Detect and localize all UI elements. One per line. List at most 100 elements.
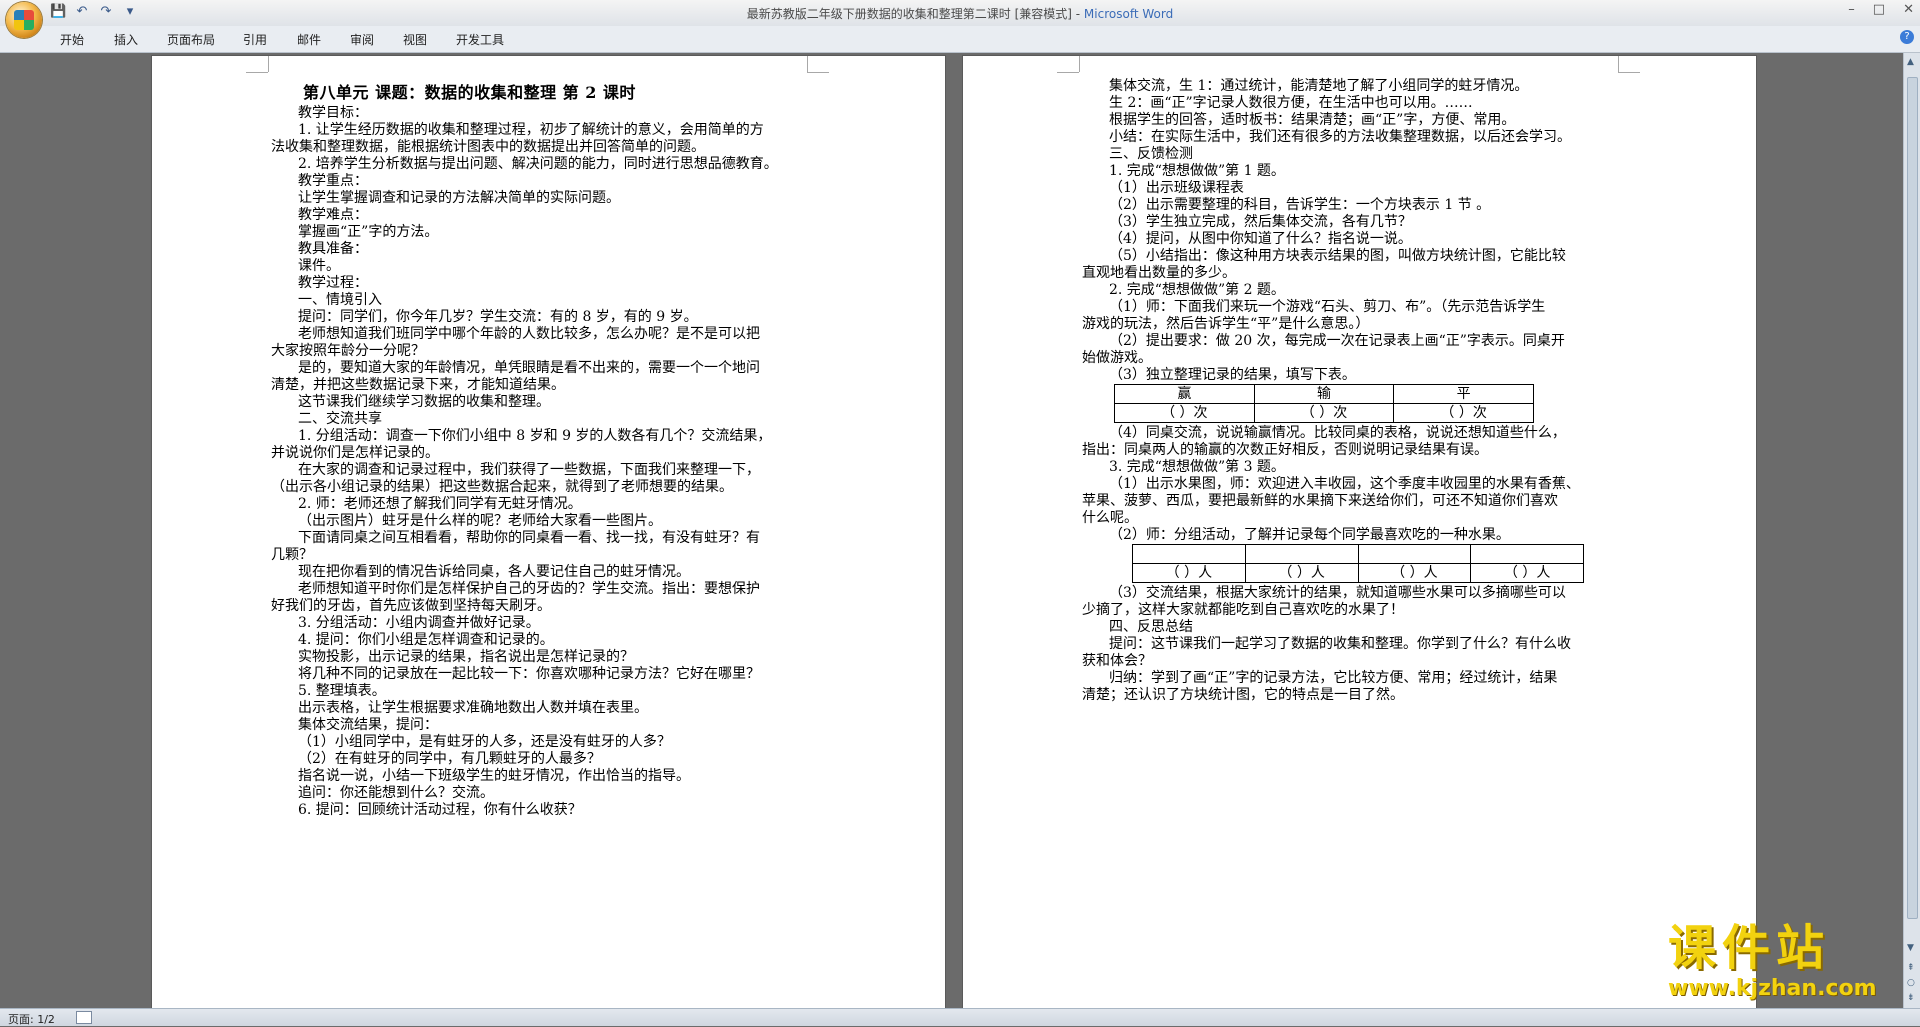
paragraph: 老师想知道我们班同学中哪个年龄的人数比较多，怎么办呢？是不是可以把 bbox=[298, 326, 760, 342]
tab-mailings[interactable]: 邮件 bbox=[297, 31, 321, 48]
table-cell[interactable] bbox=[1244, 544, 1359, 564]
paragraph: 始做游戏。 bbox=[1082, 350, 1152, 366]
paragraph: 6. 提问：回顾统计活动过程，你有什么收获？ bbox=[298, 802, 582, 818]
next-page-icon[interactable]: ⇟ bbox=[1907, 993, 1915, 1003]
paragraph: （2）在有蛀牙的同学中，有几颗蛀牙的人最多？ bbox=[298, 751, 601, 767]
paragraph: 清楚；还认识了方块统计图，它的特点是一目了然。 bbox=[1082, 687, 1404, 703]
paragraph: 并说说你们是怎样记录的。 bbox=[271, 445, 439, 461]
page-1-body: 第八单元 课题：数据的收集和整理 第 2 课时 教学目标： 1. 让学生经历数据… bbox=[271, 84, 871, 819]
paragraph: 苹果、菠萝、西瓜，要把最新鲜的水果摘下来送给你们，可还不知道你们喜欢 bbox=[1082, 493, 1558, 509]
crop-mark bbox=[1057, 56, 1080, 72]
vertical-scrollbar[interactable]: ▲ ▼ ⇞ ○ ⇟ bbox=[1903, 53, 1920, 1008]
paragraph: （1）小组同学中，是有蛀牙的人多，还是没有蛀牙的人多？ bbox=[298, 734, 671, 750]
paragraph: 教学目标： bbox=[298, 105, 368, 121]
scroll-up-icon[interactable]: ▲ bbox=[1907, 57, 1914, 67]
watermark-url: www.kjzhan.com bbox=[1668, 976, 1877, 1001]
paragraph: 游戏的玩法，然后告诉学生“平”是什么意思。） bbox=[1082, 316, 1370, 332]
paragraph: 教学重点： bbox=[298, 173, 368, 189]
table-cell[interactable]: （ ）人 bbox=[1132, 563, 1246, 583]
tab-page-layout[interactable]: 页面布局 bbox=[167, 31, 215, 48]
title-bar: 💾 ↶ ↷ ▾ 最新苏教版二年级下册数据的收集和整理第二课时 [兼容模式] - … bbox=[0, 0, 1920, 38]
table-cell[interactable]: （ ）人 bbox=[1470, 563, 1584, 583]
paragraph: （2）出示需要整理的科目，告诉学生：一个方块表示 1 节 。 bbox=[1109, 197, 1491, 213]
office-button[interactable] bbox=[6, 2, 42, 38]
table-cell[interactable] bbox=[1470, 544, 1584, 564]
paragraph: 3. 分组活动：小组内调查并做好记录。 bbox=[298, 615, 540, 631]
paragraph: （4）提问，从图中你知道了什么？指名说一说。 bbox=[1109, 231, 1412, 247]
previous-page-icon[interactable]: ⇞ bbox=[1907, 963, 1915, 973]
close-icon[interactable]: ✕ bbox=[1903, 2, 1914, 17]
paragraph: 教学过程： bbox=[298, 275, 368, 291]
tab-review[interactable]: 审阅 bbox=[350, 31, 374, 48]
crop-mark bbox=[1618, 56, 1641, 72]
help-icon[interactable]: ? bbox=[1900, 30, 1914, 44]
fruit-table: （ ）人 （ ）人 （ ）人 （ ）人 bbox=[1132, 544, 1584, 583]
paragraph: 教学难点： bbox=[298, 207, 368, 223]
office-logo-icon bbox=[14, 10, 34, 30]
paragraph: （出示各小组记录的结果）把这些数据合起来，就得到了老师想要的结果。 bbox=[271, 479, 733, 495]
table-header-win: 赢 bbox=[1114, 384, 1255, 404]
ribbon-tabs: 开始 插入 页面布局 引用 邮件 审阅 视图 开发工具 ? bbox=[0, 26, 1920, 53]
scroll-down-icon[interactable]: ▼ bbox=[1907, 943, 1914, 953]
paragraph: 3. 完成“想想做做”第 3 题。 bbox=[1109, 459, 1285, 475]
paragraph: 少摘了，这样大家就都能吃到自己喜欢吃的水果了！ bbox=[1082, 602, 1404, 618]
paragraph: 法收集和整理数据，能根据统计图表中的数据提出并回答简单的问题。 bbox=[271, 139, 705, 155]
table-cell[interactable]: （ ）次 bbox=[1114, 403, 1255, 423]
table-cell[interactable]: （ ）人 bbox=[1244, 563, 1359, 583]
table-cell[interactable] bbox=[1132, 544, 1246, 564]
paragraph: 提问：这节课我们一起学习了数据的收集和整理。你学到了什么？有什么收 bbox=[1109, 636, 1571, 652]
watermark-title: 课件站 bbox=[1668, 920, 1831, 976]
scrollbar-thumb[interactable] bbox=[1907, 77, 1918, 919]
maximize-icon[interactable]: □ bbox=[1873, 2, 1885, 17]
paragraph: 4. 提问：你们小组是怎样调查和记录的。 bbox=[298, 632, 554, 648]
paragraph: 什么呢。 bbox=[1082, 510, 1138, 526]
tab-insert[interactable]: 插入 bbox=[114, 31, 138, 48]
paragraph: 在大家的调查和记录过程中，我们获得了一些数据，下面我们来整理一下， bbox=[298, 462, 760, 478]
game-result-table: 赢 输 平 （ ）次 （ ）次 （ ）次 bbox=[1114, 384, 1534, 423]
page-2-body: 集体交流，生 1：通过统计，能清楚地了解了小组同学的蛀牙情况。 生 2：画“正”… bbox=[1082, 78, 1682, 704]
paragraph: 现在把你看到的情况告诉给同桌，各人要记住自己的蛀牙情况。 bbox=[298, 564, 690, 580]
paragraph: 提问：同学们，你今年几岁？学生交流：有的 8 岁，有的 9 岁。 bbox=[298, 309, 698, 325]
table-cell[interactable] bbox=[1357, 544, 1472, 564]
paragraph: 下面请同桌之间互相看看，帮助你的同桌看一看、找一找，有没有蛀牙？有 bbox=[298, 530, 760, 546]
table-cell[interactable]: （ ）次 bbox=[1393, 403, 1534, 423]
crop-mark bbox=[246, 72, 268, 95]
select-browse-object-icon[interactable]: ○ bbox=[1907, 978, 1915, 988]
proofing-icon[interactable] bbox=[76, 1011, 92, 1024]
paragraph: 集体交流，生 1：通过统计，能清楚地了解了小组同学的蛀牙情况。 bbox=[1109, 78, 1529, 94]
table-header-lose: 输 bbox=[1253, 384, 1395, 404]
tab-developer[interactable]: 开发工具 bbox=[456, 31, 504, 48]
paragraph: （2）提出要求：做 20 次，每完成一次在记录表上画“正”字表示。同桌开 bbox=[1109, 333, 1565, 349]
paragraph: 指名说一说，小结一下班级学生的蛀牙情况，作出恰当的指导。 bbox=[298, 768, 690, 784]
paragraph: 2. 师：老师还想了解我们同学有无蛀牙情况。 bbox=[298, 496, 582, 512]
paragraph: 课件。 bbox=[298, 258, 340, 274]
site-watermark: 课件站 www.kjzhan.com bbox=[1668, 922, 1900, 1002]
paragraph: 2. 完成“想想做做”第 2 题。 bbox=[1109, 282, 1285, 298]
paragraph: 是的，要知道大家的年龄情况，单凭眼睛是看不出来的，需要一个一个地问 bbox=[298, 360, 760, 376]
paragraph: 清楚，并把这些数据记录下来，才能知道结果。 bbox=[271, 377, 565, 393]
page-1[interactable]: 第八单元 课题：数据的收集和整理 第 2 课时 教学目标： 1. 让学生经历数据… bbox=[152, 56, 945, 1011]
paragraph: （5）小结指出：像这种用方块表示结果的图，叫做方块统计图，它能比较 bbox=[1109, 248, 1566, 264]
minimize-icon[interactable]: – bbox=[1848, 2, 1855, 17]
paragraph: （3）独立整理记录的结果，填写下表。 bbox=[1109, 367, 1356, 383]
paragraph: 追问：你还能想到什么？交流。 bbox=[298, 785, 494, 801]
paragraph: （3）交流结果，根据大家统计的结果，就知道哪些水果可以多摘哪些可以 bbox=[1109, 585, 1566, 601]
window-title: 最新苏教版二年级下册数据的收集和整理第二课时 [兼容模式] - Microsof… bbox=[0, 5, 1920, 22]
tab-home[interactable]: 开始 bbox=[60, 31, 84, 48]
tab-references[interactable]: 引用 bbox=[243, 31, 267, 48]
page-2[interactable]: 集体交流，生 1：通过统计，能清楚地了解了小组同学的蛀牙情况。 生 2：画“正”… bbox=[963, 56, 1756, 1011]
paragraph: （3）学生独立完成，然后集体交流，各有几节？ bbox=[1109, 214, 1412, 230]
paragraph: 获和体会？ bbox=[1082, 653, 1152, 669]
paragraph: （1）出示班级课程表 bbox=[1109, 180, 1244, 196]
document-name: 最新苏教版二年级下册数据的收集和整理第二课时 [兼容模式] - bbox=[746, 7, 1084, 21]
paragraph: 小结：在实际生活中，我们还有很多的方法收集整理数据，以后还会学习。 bbox=[1109, 129, 1571, 145]
paragraph: （4）同桌交流，说说输赢情况。比较同桌的表格，说说还想知道些什么， bbox=[1109, 425, 1566, 441]
table-cell[interactable]: （ ）次 bbox=[1253, 403, 1395, 423]
tab-view[interactable]: 视图 bbox=[403, 31, 427, 48]
paragraph: 5. 整理填表。 bbox=[298, 683, 386, 699]
paragraph: 生 2：画“正”字记录人数很方便，在生活中也可以用。…… bbox=[1109, 95, 1473, 111]
paragraph: 2. 培养学生分析数据与提出问题、解决问题的能力，同时进行思想品德教育。 bbox=[298, 156, 778, 172]
table-cell[interactable]: （ ）人 bbox=[1357, 563, 1472, 583]
document-area: 第八单元 课题：数据的收集和整理 第 2 课时 教学目标： 1. 让学生经历数据… bbox=[0, 53, 1904, 1011]
paragraph: 1. 完成“想想做做”第 1 题。 bbox=[1109, 163, 1285, 179]
